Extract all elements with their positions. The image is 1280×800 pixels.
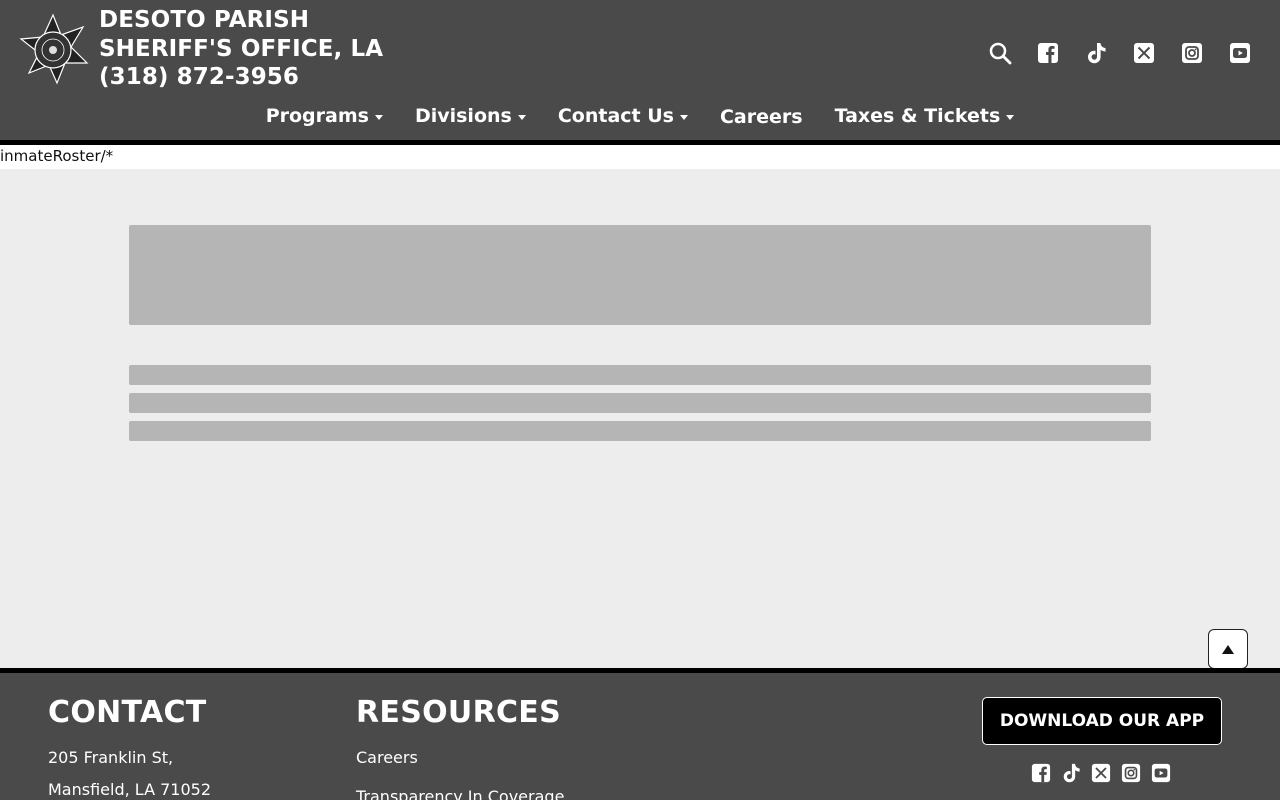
loading-placeholder-line (129, 393, 1151, 413)
caret-down-icon (517, 114, 526, 120)
instagram-icon[interactable] (1180, 41, 1204, 65)
nav-taxes-tickets-label: Taxes & Tickets (834, 105, 1001, 127)
site-header: DESOTO PARISH SHERIFF'S OFFICE, LA (318)… (0, 0, 1280, 140)
x-icon[interactable] (1091, 763, 1111, 783)
nav-divisions[interactable]: Divisions (415, 104, 526, 128)
nav-contact-us[interactable]: Contact Us (558, 104, 688, 128)
facebook-icon[interactable] (1036, 41, 1060, 65)
site-footer: CONTACT 205 Franklin St, Mansfield, LA 7… (0, 673, 1280, 800)
nav-programs[interactable]: Programs (266, 104, 383, 128)
caret-down-icon (1006, 114, 1015, 120)
resources-heading: RESOURCES (356, 695, 561, 730)
resource-link-transparency[interactable]: Transparency In Coverage (356, 787, 564, 800)
address-line-2: Mansfield, LA 71052 (48, 780, 211, 799)
nav-divisions-label: Divisions (414, 105, 512, 127)
x-icon[interactable] (1132, 41, 1156, 65)
loading-placeholder-line (129, 365, 1151, 385)
sheriff-badge-logo[interactable] (17, 13, 89, 85)
instagram-icon[interactable] (1121, 763, 1141, 783)
phone-number[interactable]: (318) 872-3956 (99, 63, 383, 92)
footer-social-icons (1031, 763, 1171, 783)
nav-contact-us-label: Contact Us (557, 105, 674, 127)
loading-placeholder-line (129, 421, 1151, 441)
search-icon[interactable] (988, 41, 1012, 65)
youtube-icon[interactable] (1151, 763, 1171, 783)
tiktok-icon[interactable] (1084, 41, 1108, 65)
caret-down-icon (374, 114, 383, 120)
route-text: inmateRoster/* (0, 145, 1280, 169)
nav-careers-label: Careers (719, 106, 803, 128)
resource-link-careers[interactable]: Careers (356, 748, 418, 767)
contact-heading: CONTACT (48, 695, 207, 730)
nav-careers[interactable]: Careers (720, 106, 803, 128)
brand-line-2: SHERIFF'S OFFICE, LA (99, 35, 384, 62)
caret-down-icon (679, 114, 688, 120)
loading-placeholder-block (129, 225, 1151, 325)
main-nav: Programs Divisions Contact Us Careers Ta… (0, 104, 1280, 128)
address-line-1: 205 Franklin St, (48, 748, 174, 767)
youtube-icon[interactable] (1228, 41, 1252, 65)
header-icon-bar (988, 40, 1252, 66)
arrow-up-icon (1222, 644, 1234, 654)
nav-programs-label: Programs (265, 105, 369, 127)
tiktok-icon[interactable] (1061, 763, 1081, 783)
facebook-icon[interactable] (1031, 763, 1051, 783)
download-app-button[interactable]: DOWNLOAD OUR APP (982, 697, 1222, 745)
brand-title[interactable]: DESOTO PARISH SHERIFF'S OFFICE, LA (318)… (99, 6, 383, 92)
nav-taxes-tickets[interactable]: Taxes & Tickets (835, 104, 1015, 128)
back-to-top-button[interactable] (1208, 629, 1248, 669)
brand-line-1: DESOTO PARISH (99, 7, 310, 33)
